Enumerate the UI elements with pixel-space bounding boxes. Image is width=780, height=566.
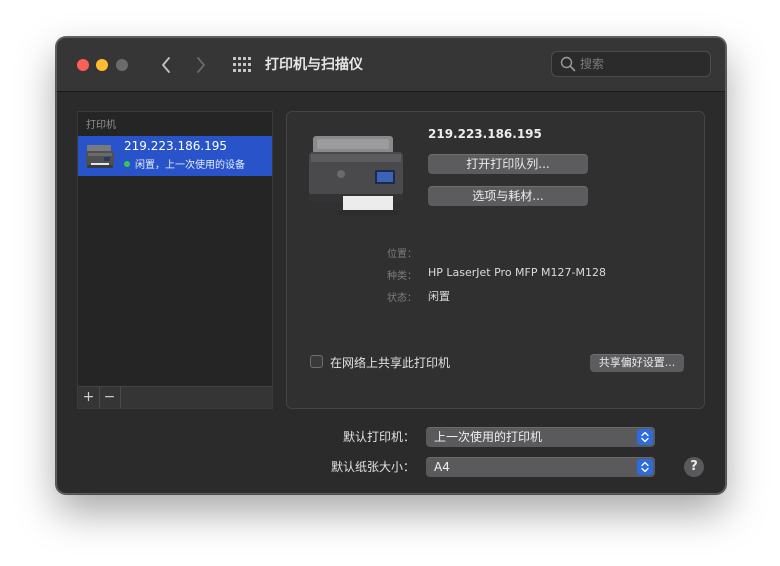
open-print-queue-button[interactable]: 打开打印队列... — [428, 154, 588, 174]
printers-scanners-window: 打印机与扫描仪 打印机 219.223.186.195 闲置，上一次使用的设备 — [56, 37, 726, 494]
kind-value: HP LaserJet Pro MFP M127-M128 — [428, 266, 606, 279]
printer-list: 打印机 219.223.186.195 闲置，上一次使用的设备 + − — [77, 111, 273, 409]
share-printer-label[interactable]: 在网络上共享此打印机 — [330, 354, 450, 371]
location-label: 位置： — [387, 249, 417, 260]
printer-image-icon — [309, 136, 403, 215]
minimize-button[interactable] — [96, 59, 108, 71]
printer-icon — [86, 145, 114, 168]
status-label: 状态： — [387, 293, 417, 304]
status-dot-icon — [124, 161, 130, 167]
printer-list-header: 打印机 — [86, 120, 116, 131]
back-button[interactable] — [156, 54, 176, 76]
printer-list-item[interactable]: 219.223.186.195 闲置，上一次使用的设备 — [78, 136, 272, 176]
chevron-right-icon — [197, 57, 205, 73]
kind-label: 种类： — [387, 271, 417, 282]
printer-status: 闲置，上一次使用的设备 — [124, 156, 245, 171]
close-button[interactable] — [77, 59, 89, 71]
default-printer-value: 上一次使用的打印机 — [434, 430, 543, 444]
window-title: 打印机与扫描仪 — [265, 57, 363, 73]
show-all-button[interactable] — [233, 57, 251, 73]
add-printer-button[interactable]: + — [78, 387, 100, 408]
zoom-button[interactable] — [116, 59, 128, 71]
printer-detail-panel: 219.223.186.195 打开打印队列... 选项与耗材... 位置： 种… — [286, 111, 705, 409]
share-printer-checkbox[interactable] — [310, 355, 323, 368]
search-input[interactable] — [580, 55, 700, 73]
default-paper-value: A4 — [434, 460, 450, 474]
detail-printer-name: 219.223.186.195 — [428, 127, 542, 141]
popup-arrows-icon — [637, 459, 653, 475]
printer-status-text: 闲置，上一次使用的设备 — [135, 160, 245, 171]
grid-icon — [233, 57, 236, 60]
remove-printer-button[interactable]: − — [99, 387, 121, 408]
search-field[interactable] — [551, 51, 711, 77]
help-button[interactable]: ? — [684, 457, 704, 477]
popup-arrows-icon — [637, 429, 653, 445]
printer-list-toolbar: + − — [78, 386, 272, 408]
default-paper-popup[interactable]: A4 — [426, 457, 655, 477]
forward-button[interactable] — [191, 54, 211, 76]
options-supplies-button[interactable]: 选项与耗材... — [428, 186, 588, 206]
default-printer-popup[interactable]: 上一次使用的打印机 — [426, 427, 655, 447]
titlebar: 打印机与扫描仪 — [57, 38, 725, 92]
search-icon — [560, 56, 576, 72]
sharing-preferences-button[interactable]: 共享偏好设置... — [590, 354, 684, 372]
printer-name: 219.223.186.195 — [124, 139, 228, 153]
chevron-left-icon — [162, 57, 170, 73]
default-printer-label: 默认打印机： — [342, 430, 415, 444]
status-value: 闲置 — [428, 290, 450, 303]
default-paper-label: 默认纸张大小： — [330, 460, 415, 474]
